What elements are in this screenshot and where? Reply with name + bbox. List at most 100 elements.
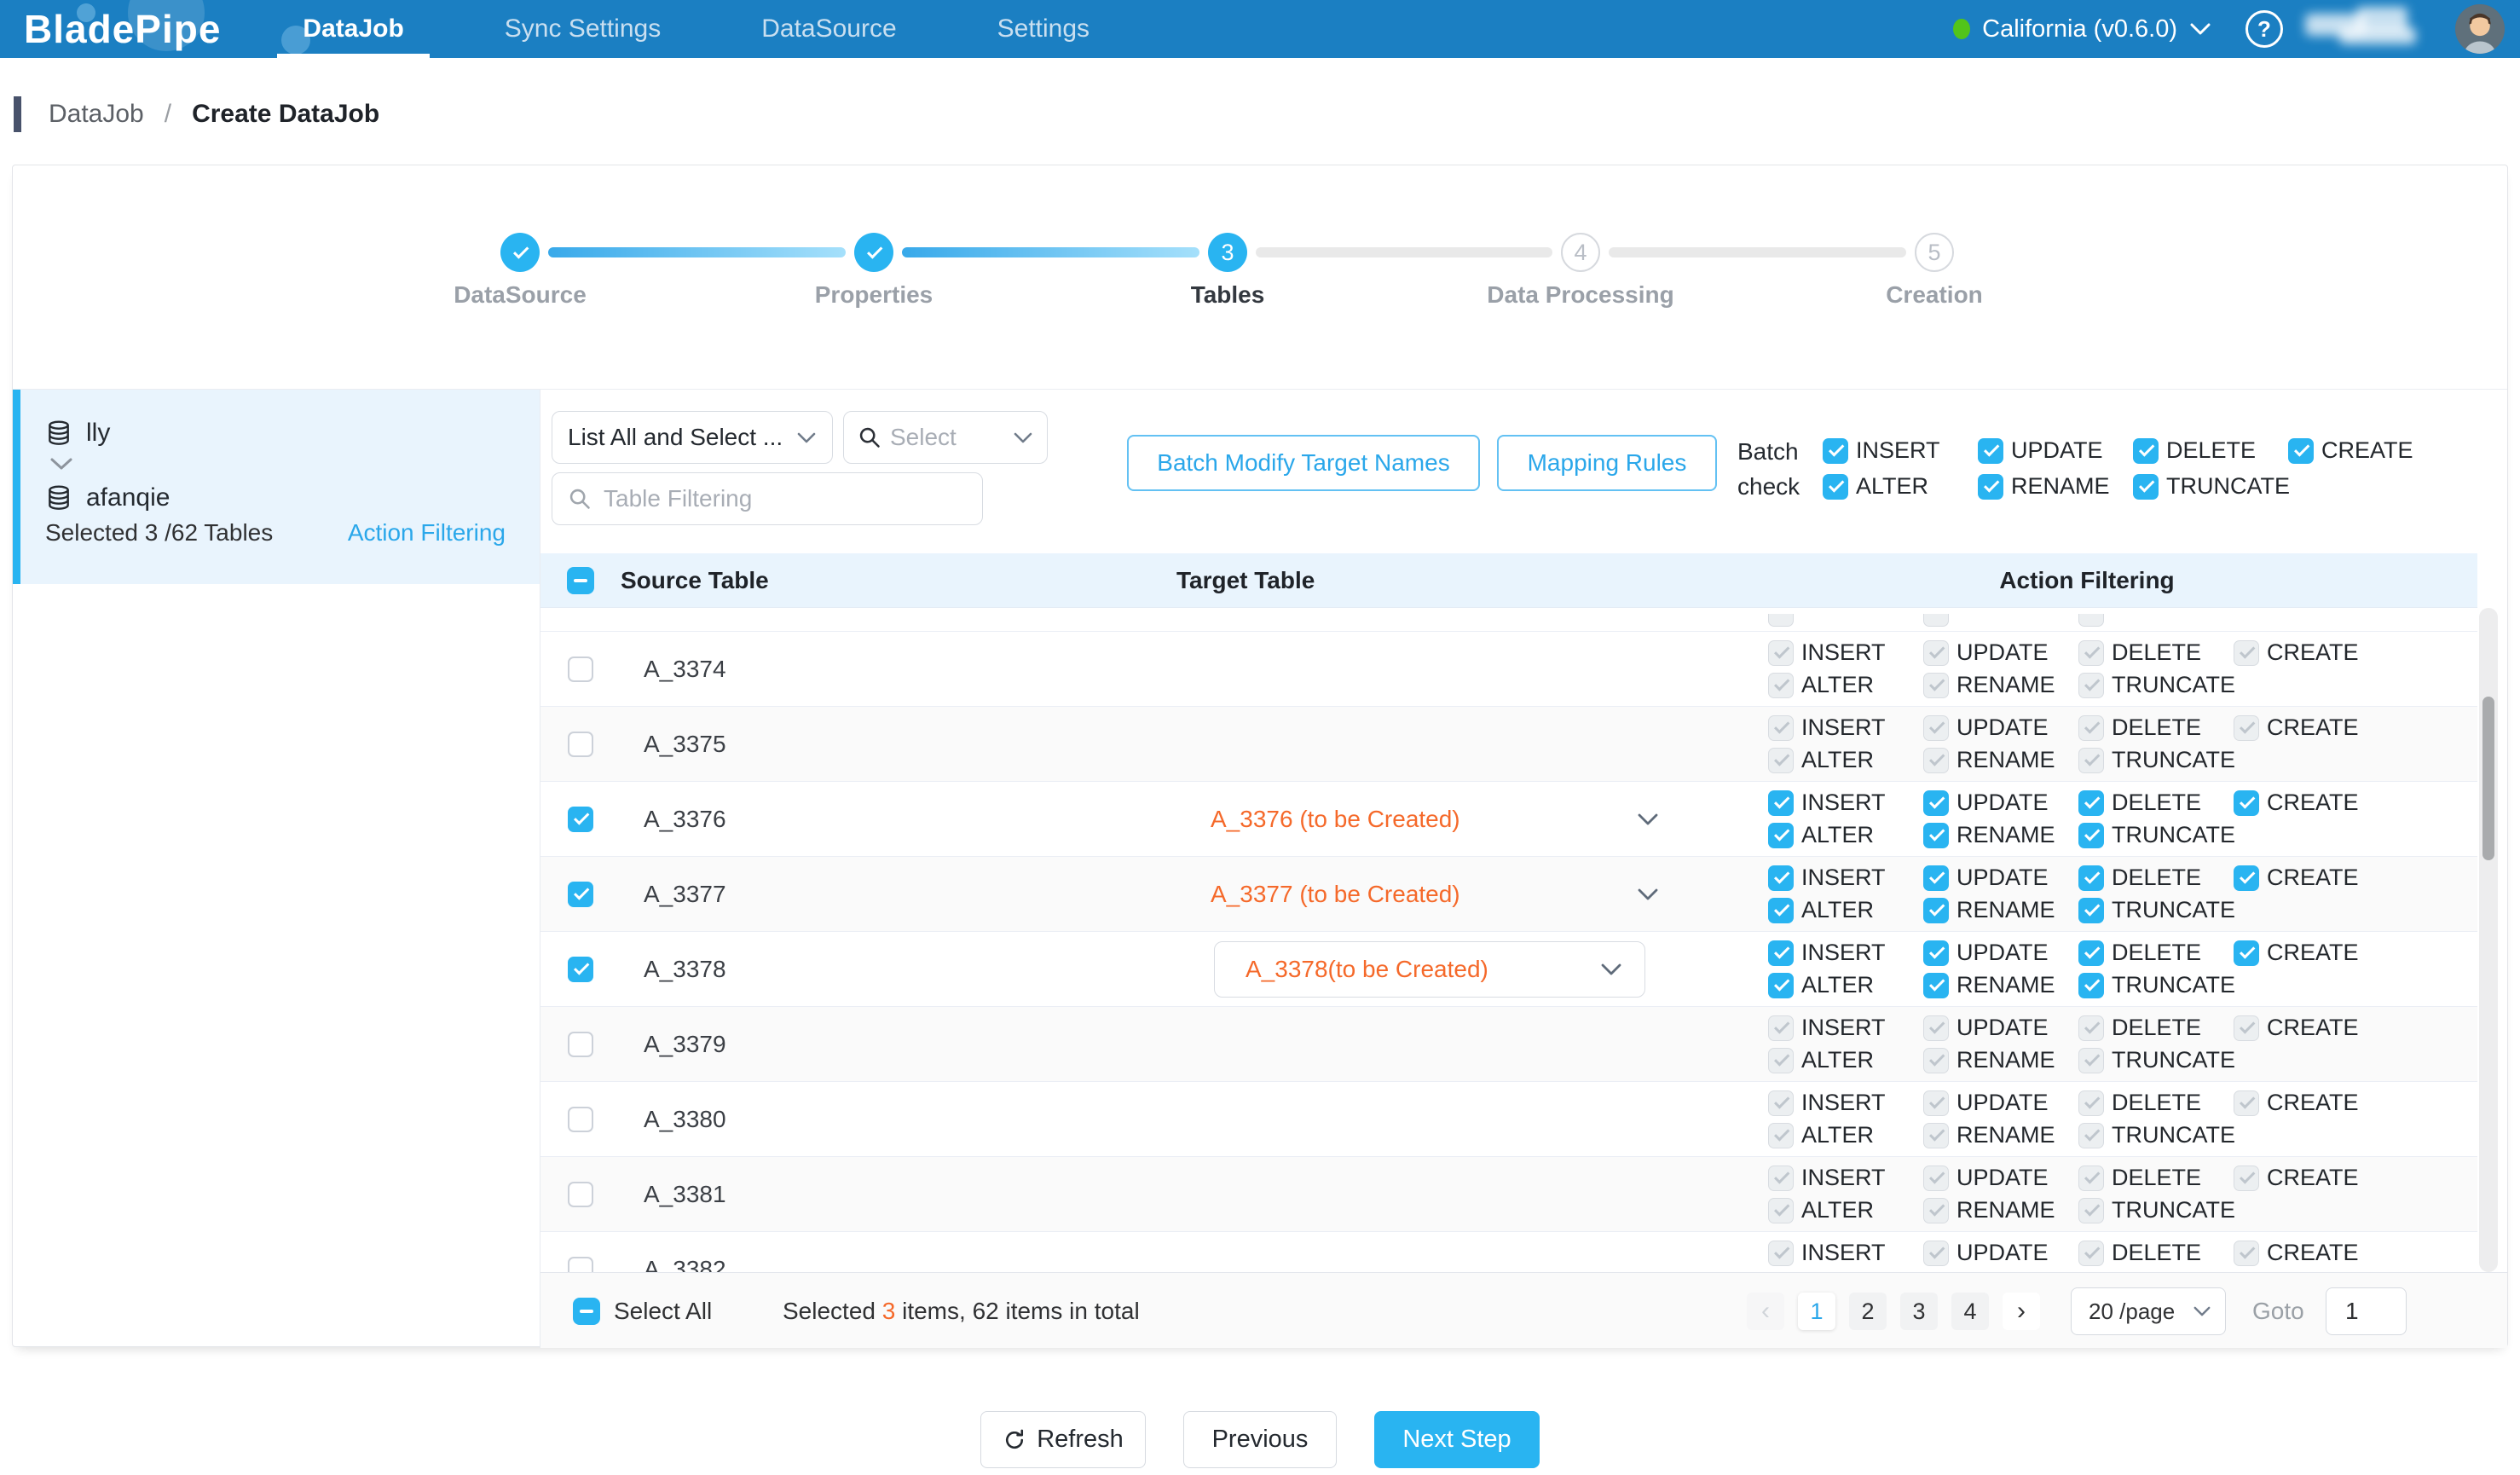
- page-button-3[interactable]: 3: [1900, 1293, 1938, 1330]
- action-checkbox-truncate[interactable]: [2078, 823, 2104, 848]
- action-checkbox-truncate[interactable]: [2078, 898, 2104, 923]
- action-checkbox-truncate[interactable]: [2078, 1198, 2104, 1223]
- action-checkbox-update[interactable]: [1923, 1241, 1949, 1266]
- select-dropdown[interactable]: Select: [843, 411, 1048, 464]
- batch-checkbox-alter[interactable]: [1823, 474, 1848, 500]
- action-checkbox-rename[interactable]: [1923, 898, 1949, 923]
- row-select-checkbox[interactable]: [568, 807, 593, 832]
- table-filter-input[interactable]: [604, 485, 967, 512]
- action-checkbox-delete[interactable]: [2078, 940, 2104, 966]
- action-checkbox-insert[interactable]: [1768, 1241, 1794, 1266]
- mapping-rules-button[interactable]: Mapping Rules: [1497, 435, 1717, 491]
- nav-item-sync-settings[interactable]: Sync Settings: [479, 0, 686, 58]
- next-page-button[interactable]: ›: [2003, 1293, 2040, 1330]
- action-checkbox-create[interactable]: [2234, 940, 2259, 966]
- batch-checkbox-create[interactable]: [2288, 438, 2314, 464]
- action-checkbox-rename[interactable]: [1923, 1198, 1949, 1223]
- select-all-checkbox[interactable]: [573, 1298, 600, 1325]
- action-checkbox-truncate[interactable]: [2078, 1048, 2104, 1073]
- action-checkbox-create[interactable]: [2234, 640, 2259, 666]
- action-checkbox-alter[interactable]: [1768, 973, 1794, 998]
- action-filtering-link[interactable]: Action Filtering: [348, 519, 506, 547]
- action-checkbox-alter[interactable]: [1768, 1048, 1794, 1073]
- action-checkbox-truncate[interactable]: [2078, 973, 2104, 998]
- help-icon[interactable]: ?: [2245, 10, 2283, 48]
- row-select-checkbox[interactable]: [568, 1107, 593, 1132]
- action-checkbox-alter[interactable]: [1768, 748, 1794, 773]
- action-checkbox-update[interactable]: [1923, 790, 1949, 816]
- action-checkbox-rename[interactable]: [1923, 973, 1949, 998]
- chevron-down-icon[interactable]: [1637, 888, 1659, 901]
- action-checkbox-delete[interactable]: [2078, 865, 2104, 891]
- action-checkbox-create[interactable]: [2234, 865, 2259, 891]
- step-circle-data-processing[interactable]: 4: [1561, 233, 1600, 272]
- action-checkbox-insert[interactable]: [1768, 715, 1794, 741]
- row-select-checkbox[interactable]: [568, 1182, 593, 1207]
- batch-modify-target-names-button[interactable]: Batch Modify Target Names: [1127, 435, 1480, 491]
- datasource-pair-panel[interactable]: lly afanqie Selected 3 /62 Tables: [13, 390, 540, 584]
- action-checkbox-truncate[interactable]: [2078, 1123, 2104, 1148]
- action-checkbox-update[interactable]: [1923, 865, 1949, 891]
- chevron-down-icon[interactable]: [1637, 813, 1659, 826]
- row-select-checkbox[interactable]: [568, 882, 593, 907]
- step-circle-creation[interactable]: 5: [1915, 233, 1954, 272]
- page-button-4[interactable]: 4: [1951, 1293, 1989, 1330]
- page-size-dropdown[interactable]: 20 /page: [2071, 1287, 2226, 1335]
- action-checkbox-create[interactable]: [2234, 1166, 2259, 1191]
- batch-checkbox-update[interactable]: [1978, 438, 2003, 464]
- action-checkbox-delete[interactable]: [2078, 1166, 2104, 1191]
- batch-checkbox-delete[interactable]: [2133, 438, 2159, 464]
- action-checkbox-alter[interactable]: [1768, 1123, 1794, 1148]
- action-checkbox-rename[interactable]: [1923, 748, 1949, 773]
- action-checkbox-delete[interactable]: [2078, 640, 2104, 666]
- row-select-checkbox[interactable]: [568, 957, 593, 982]
- batch-checkbox-insert[interactable]: [1823, 438, 1848, 464]
- row-select-checkbox[interactable]: [568, 732, 593, 757]
- action-checkbox-alter[interactable]: [1768, 823, 1794, 848]
- action-checkbox-insert[interactable]: [1768, 940, 1794, 966]
- action-checkbox-insert[interactable]: [1768, 1090, 1794, 1116]
- action-checkbox-truncate[interactable]: [2078, 748, 2104, 773]
- action-checkbox-truncate[interactable]: [2078, 673, 2104, 698]
- breadcrumb-parent[interactable]: DataJob: [49, 100, 144, 129]
- goto-page-input[interactable]: [2326, 1287, 2407, 1335]
- nav-item-settings[interactable]: Settings: [972, 0, 1115, 58]
- page-button-2[interactable]: 2: [1849, 1293, 1887, 1330]
- action-checkbox-update[interactable]: [1923, 640, 1949, 666]
- list-mode-dropdown[interactable]: List All and Select ...: [552, 411, 833, 464]
- action-checkbox-delete[interactable]: [2078, 1090, 2104, 1116]
- action-checkbox-alter[interactable]: [1768, 1198, 1794, 1223]
- action-checkbox-update[interactable]: [1923, 1090, 1949, 1116]
- action-checkbox-update[interactable]: [1923, 1166, 1949, 1191]
- action-checkbox-insert[interactable]: [1768, 865, 1794, 891]
- action-checkbox-delete[interactable]: [2078, 790, 2104, 816]
- region-selector[interactable]: California (v0.6.0): [1953, 15, 2211, 43]
- action-checkbox-update[interactable]: [1923, 1015, 1949, 1041]
- action-checkbox-create[interactable]: [2234, 1090, 2259, 1116]
- target-table-select[interactable]: A_3378(to be Created): [1214, 941, 1645, 998]
- select-all-checkbox[interactable]: [567, 567, 594, 594]
- previous-button[interactable]: Previous: [1183, 1411, 1337, 1468]
- row-select-checkbox[interactable]: [568, 657, 593, 682]
- step-circle-datasource[interactable]: [500, 233, 540, 272]
- batch-checkbox-rename[interactable]: [1978, 474, 2003, 500]
- action-checkbox-rename[interactable]: [1923, 823, 1949, 848]
- action-checkbox-delete[interactable]: [2078, 715, 2104, 741]
- row-select-checkbox[interactable]: [568, 1032, 593, 1057]
- nav-item-datajob[interactable]: DataJob: [277, 0, 429, 58]
- action-checkbox-delete[interactable]: [2078, 1015, 2104, 1041]
- action-checkbox-update[interactable]: [1923, 940, 1949, 966]
- step-circle-properties[interactable]: [854, 233, 893, 272]
- action-checkbox-update[interactable]: [1923, 715, 1949, 741]
- scrollbar-thumb[interactable]: [2482, 697, 2494, 860]
- nav-item-datasource[interactable]: DataSource: [736, 0, 922, 58]
- action-checkbox-rename[interactable]: [1923, 1048, 1949, 1073]
- action-checkbox-create[interactable]: [2234, 715, 2259, 741]
- action-checkbox-insert[interactable]: [1768, 790, 1794, 816]
- action-checkbox-rename[interactable]: [1923, 673, 1949, 698]
- action-checkbox-create[interactable]: [2234, 1015, 2259, 1041]
- action-checkbox-rename[interactable]: [1923, 1123, 1949, 1148]
- action-checkbox-insert[interactable]: [1768, 1166, 1794, 1191]
- action-checkbox-insert[interactable]: [1768, 1015, 1794, 1041]
- action-checkbox-delete[interactable]: [2078, 1241, 2104, 1266]
